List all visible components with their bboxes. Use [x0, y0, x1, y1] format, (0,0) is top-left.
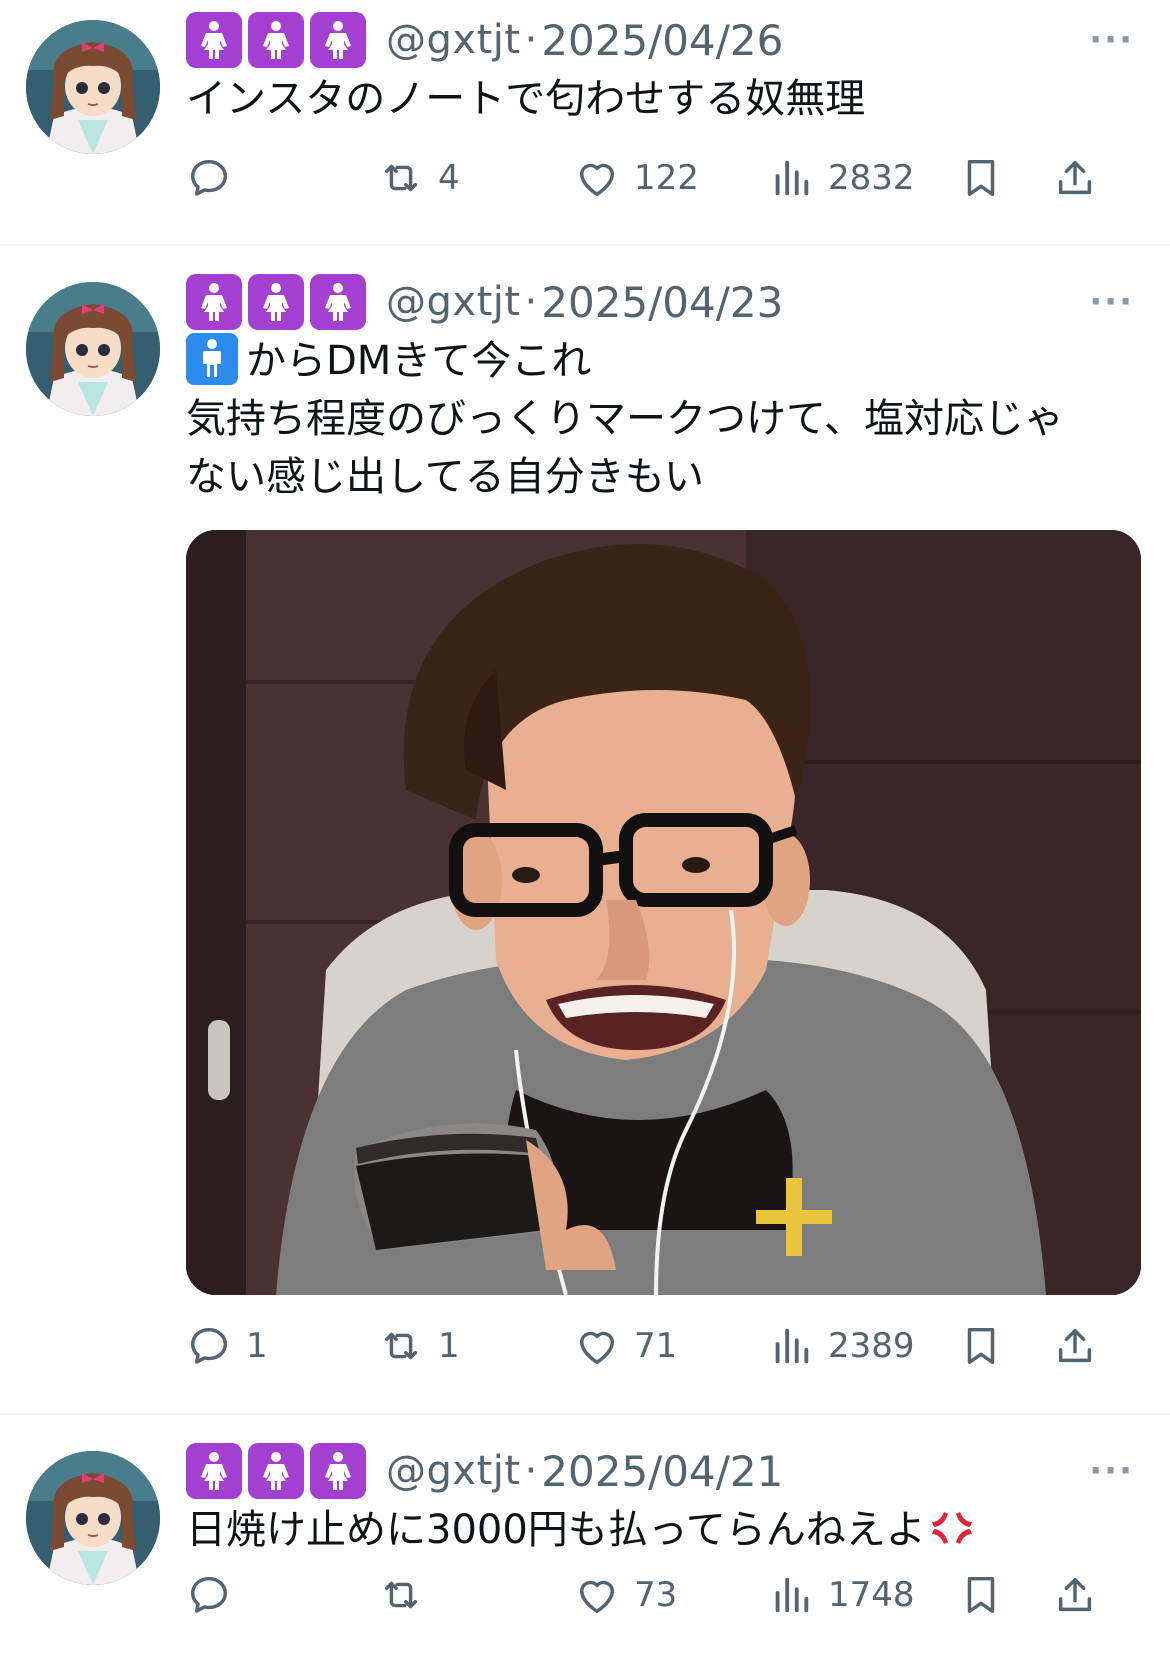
tweet-3[interactable]: @gxtjt · 2025/04/21 ··· 日焼け止めに3000円も払ってら… — [0, 1415, 1170, 1656]
views-icon — [775, 160, 809, 196]
woman-symbol-emoji — [186, 274, 242, 330]
tweet-date[interactable]: 2025/04/23 — [541, 278, 783, 327]
tweet-date[interactable]: 2025/04/26 — [541, 16, 783, 65]
views-icon — [775, 1577, 809, 1613]
view-count: 1748 — [828, 1575, 915, 1615]
retweet-icon — [384, 1581, 418, 1609]
reply-button[interactable]: 1 — [186, 1316, 268, 1376]
tweet-text-line: 気持ち程度のびっくりマークつけて、塩対応じゃ — [186, 396, 1064, 442]
heart-icon — [579, 163, 615, 197]
tweet-1[interactable]: @gxtjt · 2025/04/26 ··· インスタのノートで匂わせする奴無… — [0, 0, 1170, 246]
tweet-header: @gxtjt · 2025/04/21 — [186, 1441, 783, 1501]
woman-symbol-emoji — [248, 12, 304, 68]
avatar[interactable] — [26, 20, 160, 154]
views-icon — [775, 1328, 809, 1364]
tweet-actions: 73 1748 — [186, 1565, 1136, 1625]
tweet-text: からDMきて今これ 気持ち程度のびっくりマークつけて、塩対応じゃ ない感じ出して… — [186, 332, 1126, 506]
tweet-date[interactable]: 2025/04/21 — [541, 1447, 783, 1496]
reply-button[interactable] — [186, 1565, 246, 1625]
bookmark-icon — [967, 1576, 995, 1614]
separator-dot: · — [524, 1448, 538, 1494]
retweet-icon — [384, 164, 418, 192]
woman-symbol-emoji — [310, 274, 366, 330]
retweet-count: 1 — [438, 1326, 460, 1366]
tweet-text: インスタのノートで匂わせする奴無理 — [186, 70, 1126, 128]
view-count: 2832 — [828, 158, 915, 198]
bookmark-icon — [967, 1327, 995, 1365]
like-button[interactable]: 122 — [574, 148, 699, 208]
tweet-text-line-content: 日焼け止めに3000円も払ってらんねえよ — [186, 1507, 926, 1553]
bookmark-button[interactable] — [958, 1316, 1004, 1376]
separator-dot: · — [524, 279, 538, 325]
more-options-icon[interactable]: ··· — [1089, 1451, 1134, 1491]
woman-symbol-emoji — [186, 12, 242, 68]
reply-icon — [190, 1576, 228, 1613]
man-symbol-emoji — [186, 333, 238, 385]
woman-symbol-emoji — [248, 274, 304, 330]
like-count: 71 — [634, 1326, 678, 1366]
bookmark-button[interactable] — [958, 148, 1004, 208]
tweet-header: @gxtjt · 2025/04/23 — [186, 272, 783, 332]
like-button[interactable]: 71 — [574, 1316, 677, 1376]
woman-symbol-emoji — [310, 12, 366, 68]
reply-icon — [190, 1327, 228, 1364]
heart-icon — [579, 1331, 615, 1365]
share-icon — [1058, 160, 1092, 195]
tweet-photo[interactable] — [186, 530, 1141, 1295]
tweet-text-line: 日焼け止めに3000円も払ってらんねえよ — [186, 1501, 1126, 1559]
share-button[interactable] — [1052, 1316, 1098, 1376]
retweet-button[interactable]: 1 — [378, 1316, 460, 1376]
share-button[interactable] — [1052, 148, 1098, 208]
bookmark-icon — [967, 159, 995, 197]
tweet-actions: 1 1 71 2389 — [186, 1316, 1136, 1376]
retweet-button[interactable] — [378, 1565, 438, 1625]
share-button[interactable] — [1052, 1565, 1098, 1625]
tweet-text-line: インスタのノートで匂わせする奴無理 — [186, 76, 866, 122]
user-handle[interactable]: @gxtjt — [386, 17, 521, 63]
tweet-header: @gxtjt · 2025/04/26 — [186, 10, 783, 70]
tweet-text: 日焼け止めに3000円も払ってらんねえよ — [186, 1501, 1126, 1559]
tweet-2[interactable]: @gxtjt · 2025/04/23 ··· からDMきて今これ 気持ち程度の… — [0, 246, 1170, 1416]
retweet-count: 4 — [438, 158, 460, 198]
user-handle[interactable]: @gxtjt — [386, 1448, 521, 1494]
share-icon — [1058, 1328, 1092, 1363]
anger-symbol-emoji — [926, 1502, 978, 1554]
view-count: 2389 — [828, 1326, 915, 1366]
separator-dot: · — [524, 17, 538, 63]
retweet-button[interactable]: 4 — [378, 148, 460, 208]
tweet-text-line: ない感じ出してる自分きもい — [186, 454, 704, 500]
like-count: 73 — [634, 1575, 678, 1615]
retweet-icon — [384, 1332, 418, 1360]
more-options-icon[interactable]: ··· — [1089, 282, 1134, 322]
views-button[interactable]: 1748 — [768, 1565, 915, 1625]
more-options-icon[interactable]: ··· — [1089, 20, 1134, 60]
reply-count: 1 — [246, 1326, 268, 1366]
share-icon — [1058, 1577, 1092, 1612]
woman-symbol-emoji — [310, 1443, 366, 1499]
woman-symbol-emoji — [248, 1443, 304, 1499]
tweet-text-line-content: からDMきて今これ — [246, 338, 592, 384]
tweet-text-line: からDMきて今これ — [186, 332, 1126, 390]
views-button[interactable]: 2389 — [768, 1316, 915, 1376]
reply-icon — [190, 159, 228, 196]
reply-button[interactable] — [186, 148, 246, 208]
woman-symbol-emoji — [186, 1443, 242, 1499]
avatar[interactable] — [26, 282, 160, 416]
tweet-actions: 4 122 2832 — [186, 148, 1136, 208]
like-button[interactable]: 73 — [574, 1565, 677, 1625]
views-button[interactable]: 2832 — [768, 148, 915, 208]
user-handle[interactable]: @gxtjt — [386, 279, 521, 325]
bookmark-button[interactable] — [958, 1565, 1004, 1625]
heart-icon — [579, 1580, 615, 1614]
like-count: 122 — [634, 158, 699, 198]
avatar[interactable] — [26, 1451, 160, 1585]
